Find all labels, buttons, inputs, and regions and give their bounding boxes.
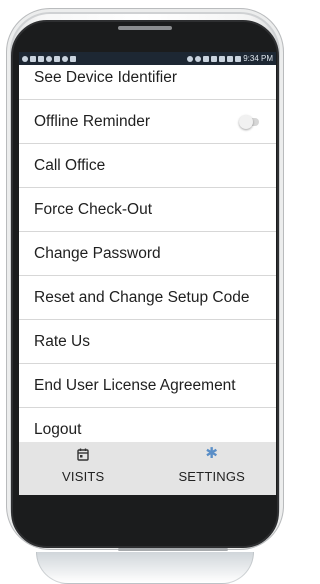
offline-reminder-toggle[interactable] xyxy=(239,114,259,129)
settings-icon xyxy=(22,55,28,62)
menu-item-call-office[interactable]: Call Office xyxy=(19,144,276,188)
cloud-icon xyxy=(62,55,68,62)
menu-item-label: Offline Reminder xyxy=(34,112,151,130)
battery-icon xyxy=(235,55,242,62)
location-icon xyxy=(195,55,202,62)
settings-menu: See Device Identifier Offline Reminder C… xyxy=(19,65,276,452)
menu-item-change-password[interactable]: Change Password xyxy=(19,232,276,276)
menu-item-label: Reset and Change Setup Code xyxy=(34,288,250,306)
sync-icon xyxy=(187,55,194,62)
nfc-icon xyxy=(54,55,60,62)
phone-bottom-edge xyxy=(118,548,228,551)
menu-item-force-check-out[interactable]: Force Check-Out xyxy=(19,188,276,232)
tab-label: VISITS xyxy=(62,469,105,484)
menu-item-offline-reminder[interactable]: Offline Reminder xyxy=(19,100,276,144)
wifi-icon xyxy=(46,55,52,62)
status-bar: 9:34 PM xyxy=(19,52,276,65)
tab-settings[interactable]: ✱ SETTINGS xyxy=(148,442,277,495)
phone-reflection xyxy=(36,552,254,584)
tab-visits[interactable]: VISITS xyxy=(19,442,148,495)
bluetooth-icon xyxy=(203,55,210,62)
menu-item-rate-us[interactable]: Rate Us xyxy=(19,320,276,364)
status-time: 9:34 PM xyxy=(243,54,273,63)
phone-speaker xyxy=(118,26,172,30)
menu-item-see-device-identifier[interactable]: See Device Identifier xyxy=(19,65,276,100)
cell-signal-icon xyxy=(227,55,234,62)
menu-item-reset-setup-code[interactable]: Reset and Change Setup Code xyxy=(19,276,276,320)
menu-item-label: See Device Identifier xyxy=(34,69,178,86)
calendar-icon xyxy=(77,446,89,462)
menu-item-label: Rate Us xyxy=(34,332,90,350)
bottom-tab-bar: VISITS ✱ SETTINGS xyxy=(19,442,276,495)
mute-icon xyxy=(211,55,218,62)
image-icon xyxy=(30,55,36,62)
tab-label: SETTINGS xyxy=(178,469,246,484)
toggle-knob xyxy=(239,114,253,129)
status-left-icons xyxy=(22,52,76,65)
menu-item-label: Change Password xyxy=(34,244,161,262)
menu-item-label: Call Office xyxy=(34,156,106,174)
menu-item-label: Force Check-Out xyxy=(34,200,153,218)
menu-item-eula[interactable]: End User License Agreement xyxy=(19,364,276,408)
app-screen: 9:34 PM See Device Identifier Offline Re… xyxy=(19,52,276,495)
status-right-icons: 9:34 PM xyxy=(187,52,273,65)
menu-item-label: End User License Agreement xyxy=(34,376,236,394)
menu-item-label: Logout xyxy=(34,420,82,438)
gallery-icon xyxy=(70,55,76,62)
voicemail-icon xyxy=(38,55,44,62)
wifi-signal-icon xyxy=(219,55,226,62)
gear-icon: ✱ xyxy=(205,445,219,462)
